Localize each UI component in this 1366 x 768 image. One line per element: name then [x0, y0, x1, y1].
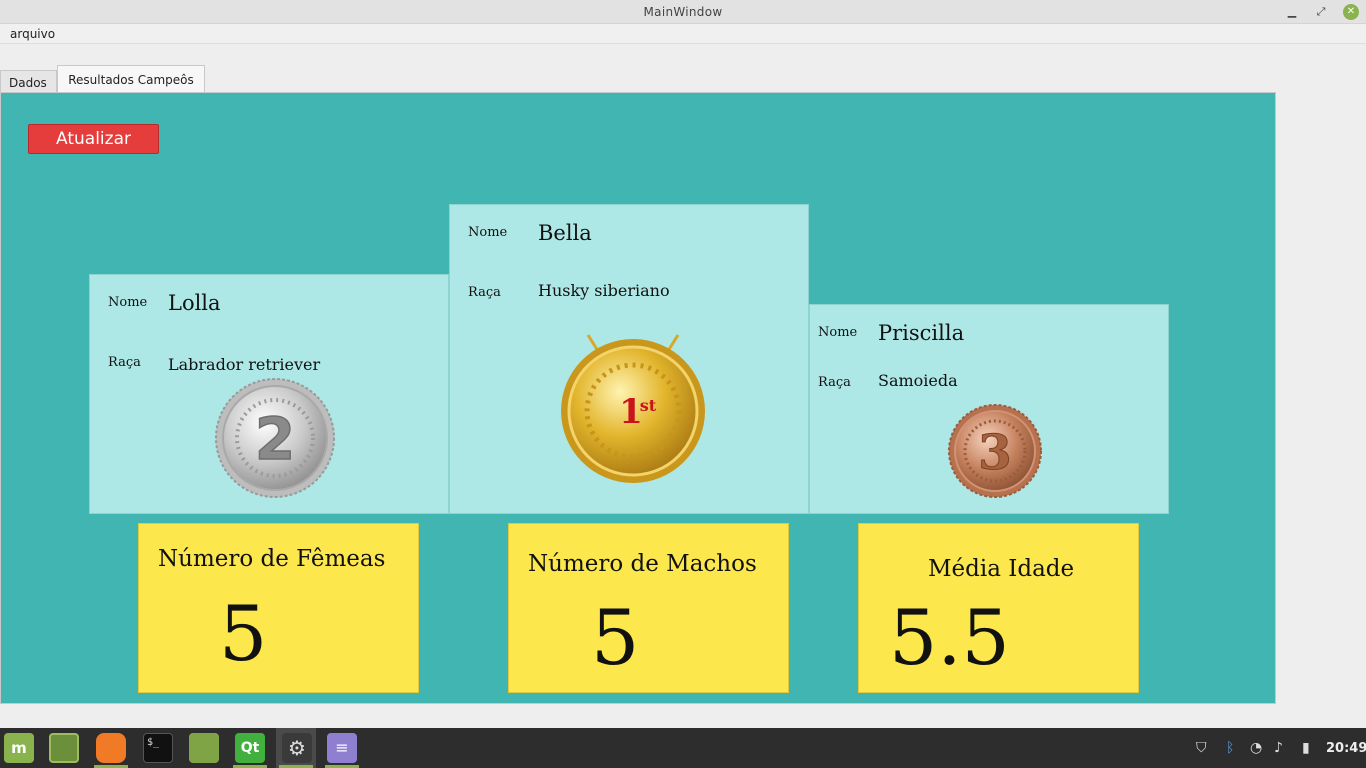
- minimize-button[interactable]: ▁: [1284, 4, 1300, 20]
- taskbar: m $_ Qt ⚙ ≡ ⛉ ᛒ ◔ ♪ ▮ 20:49: [0, 728, 1366, 768]
- svg-text:3: 3: [978, 425, 1011, 481]
- stat-average-age-label: Média Idade: [928, 556, 1075, 582]
- shield-icon[interactable]: ⛉: [1196, 740, 1207, 756]
- bronze-medal-3-icon: 3: [948, 404, 1042, 498]
- podium-card-third: Nome Priscilla Raça Samoieda 3: [809, 304, 1169, 514]
- stat-average-age: Média Idade 5.5: [858, 523, 1139, 693]
- stat-males-value: 5: [591, 593, 640, 682]
- dog-breed: Labrador retriever: [168, 355, 321, 374]
- podium-card-first: Nome Bella Raça Husky siberiano 1 st: [449, 204, 809, 514]
- window-titlebar[interactable]: MainWindow ▁ ⤢ ✕: [0, 0, 1366, 24]
- name-label: Nome: [468, 225, 508, 240]
- breed-label: Raça: [818, 375, 851, 390]
- stat-females-value: 5: [219, 589, 268, 678]
- breed-label: Raça: [108, 355, 141, 370]
- stat-females-label: Número de Fêmeas: [158, 546, 386, 572]
- show-desktop-icon[interactable]: [49, 733, 79, 763]
- files-icon[interactable]: [189, 733, 219, 763]
- breed-label: Raça: [468, 285, 501, 300]
- close-button[interactable]: ✕: [1343, 4, 1359, 20]
- name-label: Nome: [818, 325, 858, 340]
- qt-creator-icon[interactable]: Qt: [235, 733, 265, 763]
- name-label: Nome: [108, 295, 148, 310]
- refresh-button[interactable]: Atualizar: [28, 124, 159, 154]
- tab-resultados-campeos[interactable]: Resultados Campeôs: [57, 65, 205, 93]
- svg-text:2: 2: [255, 405, 295, 473]
- stat-average-age-value: 5.5: [889, 593, 1010, 682]
- volume-icon[interactable]: ♪: [1274, 740, 1283, 756]
- window-title: MainWindow: [643, 5, 723, 19]
- clock[interactable]: 20:49: [1326, 741, 1366, 756]
- stat-males-label: Número de Machos: [528, 551, 757, 577]
- terminal-icon[interactable]: $_: [143, 733, 173, 763]
- podium-card-second: Nome Lolla Raça Labrador retriever 2: [89, 274, 449, 514]
- gold-medal-1st-icon: 1 st: [561, 334, 705, 483]
- silver-medal-2-icon: 2: [215, 378, 335, 498]
- dog-breed: Husky siberiano: [538, 281, 670, 300]
- maximize-button[interactable]: ⤢: [1313, 4, 1329, 20]
- menubar: arquivo: [0, 24, 1366, 44]
- svg-text:st: st: [640, 396, 657, 415]
- dog-name: Bella: [538, 221, 592, 245]
- stat-males: Número de Machos 5: [508, 523, 789, 693]
- firefox-icon[interactable]: [96, 733, 126, 763]
- text-editor-icon[interactable]: ≡: [327, 733, 357, 763]
- wifi-icon[interactable]: ◔: [1250, 740, 1262, 756]
- mint-menu-icon[interactable]: m: [4, 733, 34, 763]
- dog-name: Lolla: [168, 291, 221, 315]
- stat-females: Número de Fêmeas 5: [138, 523, 419, 693]
- settings-icon[interactable]: ⚙: [282, 733, 312, 763]
- dog-name: Priscilla: [878, 321, 965, 345]
- menu-arquivo[interactable]: arquivo: [10, 27, 55, 41]
- dog-breed: Samoieda: [878, 371, 958, 390]
- bluetooth-icon[interactable]: ᛒ: [1226, 740, 1234, 756]
- tab-dados[interactable]: Dados: [0, 70, 57, 92]
- battery-icon[interactable]: ▮: [1302, 740, 1310, 756]
